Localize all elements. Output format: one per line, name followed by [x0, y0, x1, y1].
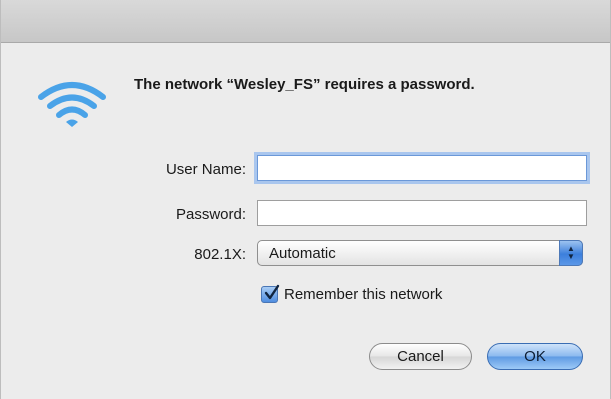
password-dialog: The network “Wesley_FS” requires a passw…: [0, 0, 611, 399]
checkmark-icon: [264, 284, 280, 300]
popup-arrows-icon: ▲ ▼: [559, 240, 583, 266]
title-bar[interactable]: [1, 0, 610, 43]
dialog-headline: The network “Wesley_FS” requires a passw…: [134, 76, 475, 93]
username-field[interactable]: [257, 155, 587, 181]
auth-method-select[interactable]: Automatic ▲ ▼: [257, 240, 583, 266]
ok-button[interactable]: OK: [487, 343, 583, 370]
wifi-icon: [37, 79, 107, 129]
password-field[interactable]: [257, 200, 587, 226]
auth-method-label: 802.1X:: [194, 246, 246, 263]
password-label: Password:: [175, 206, 246, 223]
cancel-button[interactable]: Cancel: [369, 343, 472, 370]
remember-network-checkbox[interactable]: [261, 284, 280, 303]
remember-network-label[interactable]: Remember this network: [284, 286, 442, 303]
auth-method-value: Automatic: [269, 245, 336, 262]
username-label: User Name:: [165, 161, 246, 178]
